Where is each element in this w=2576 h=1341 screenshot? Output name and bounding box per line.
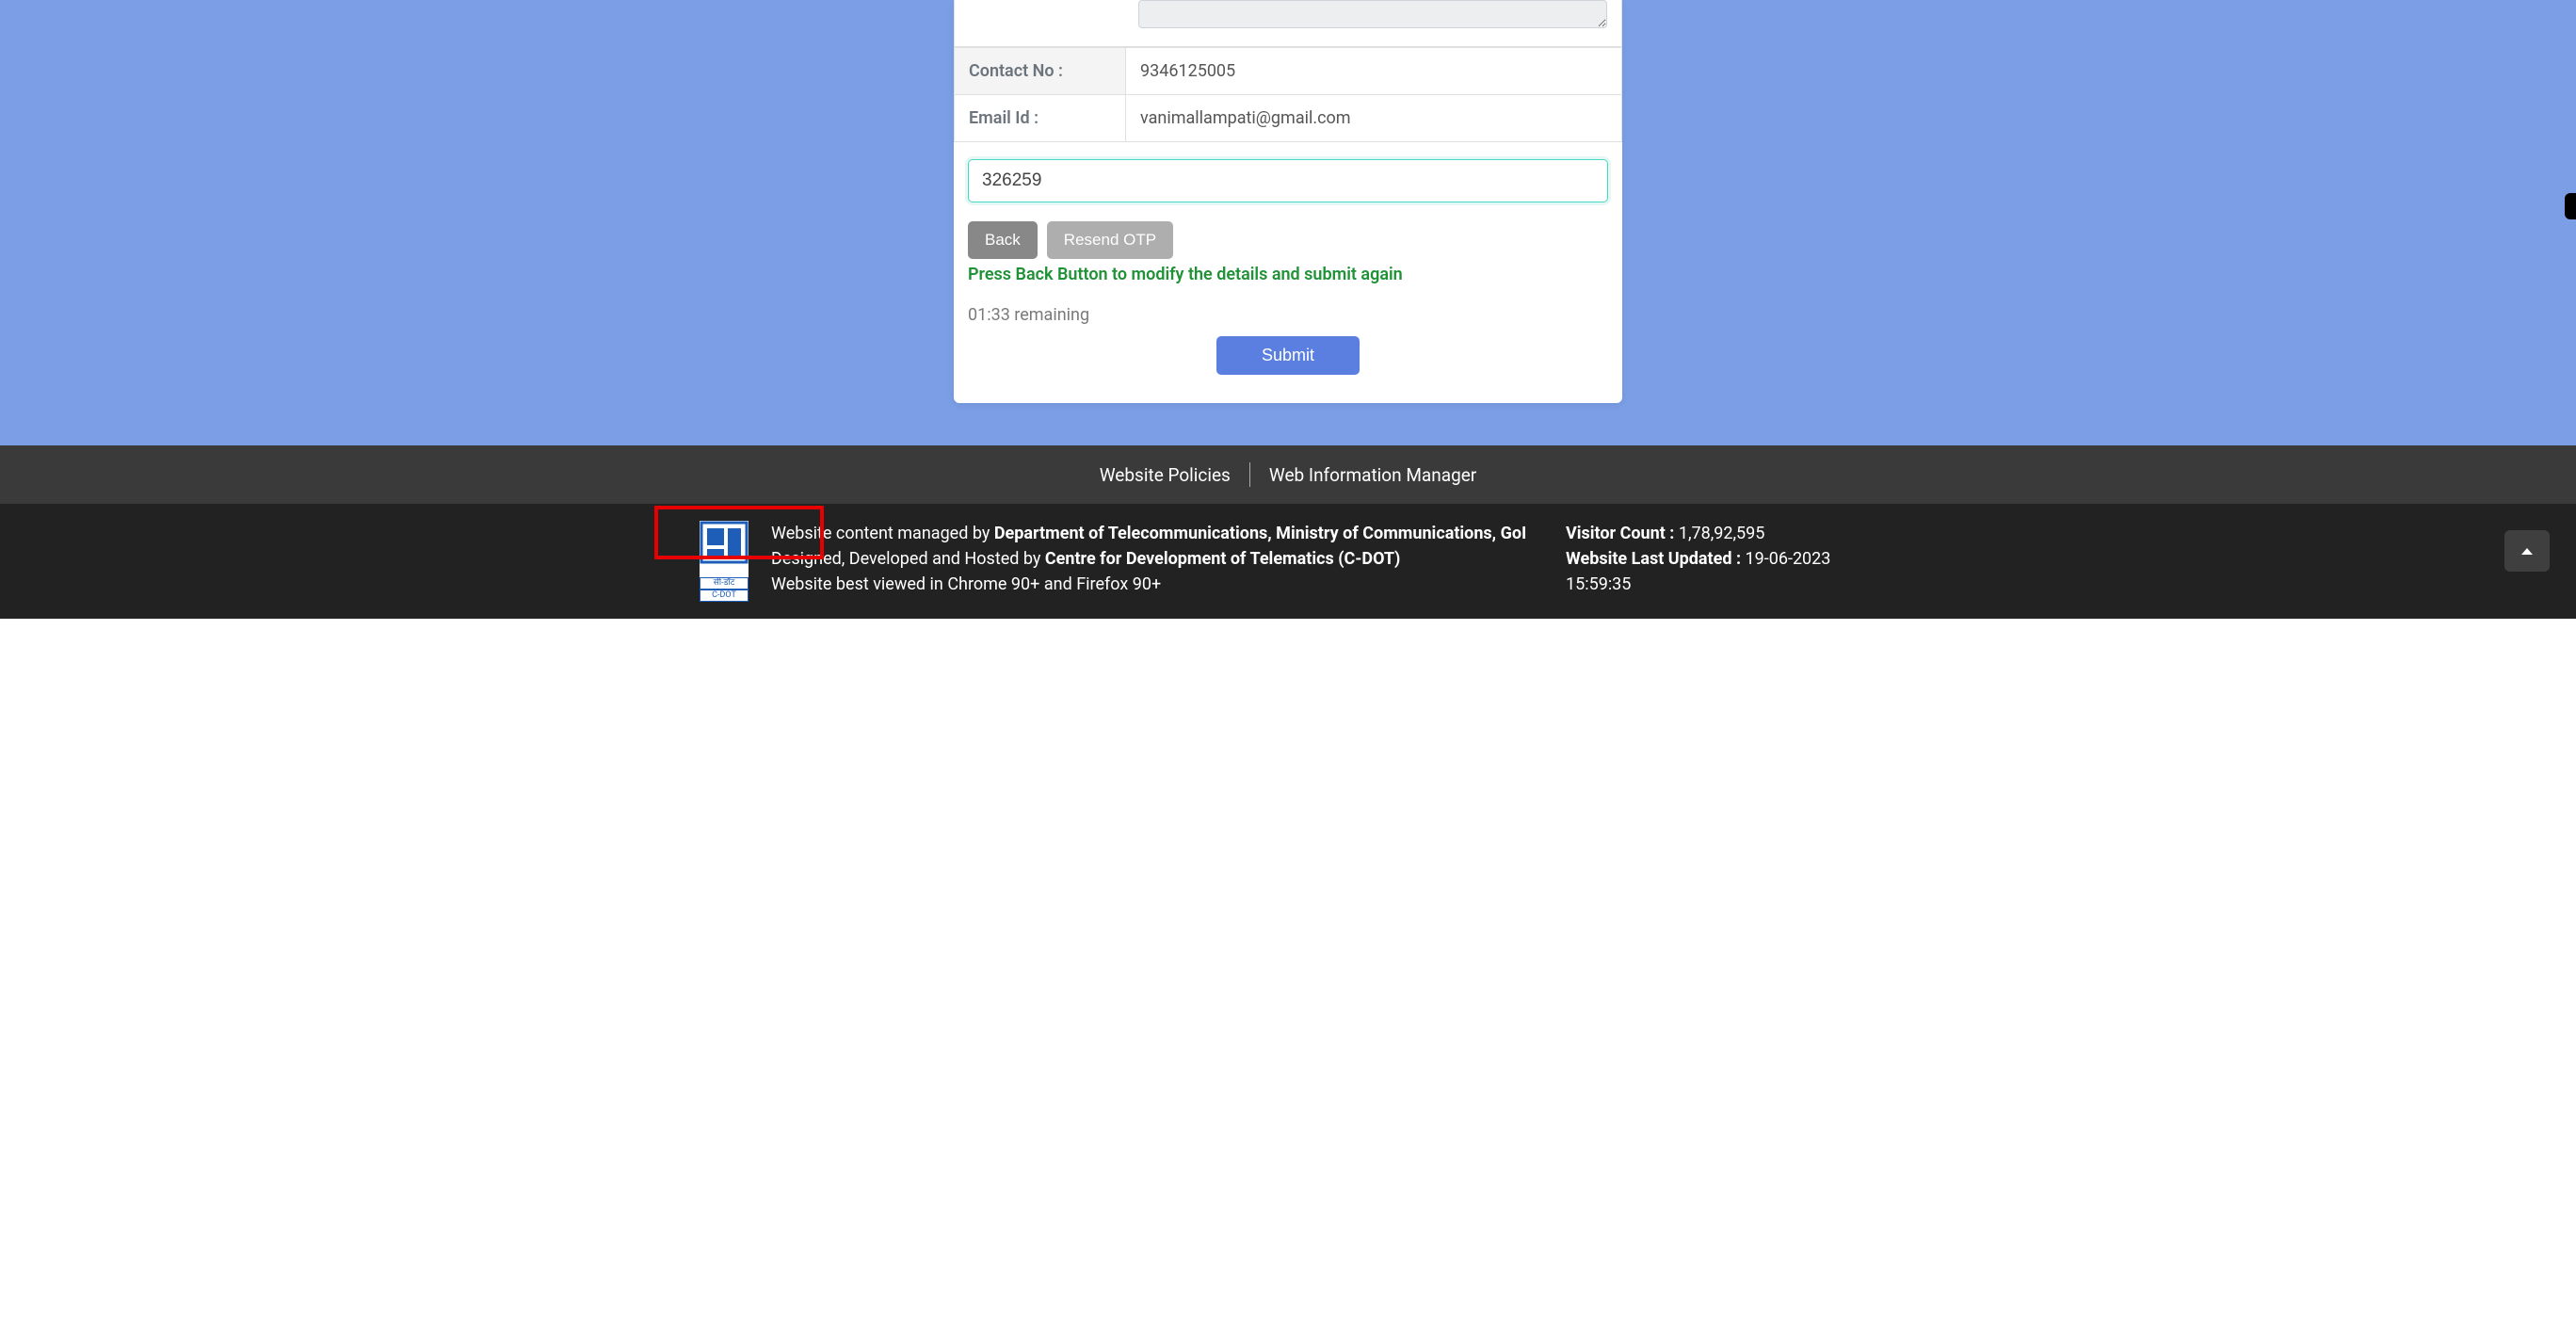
web-info-manager-link[interactable]: Web Information Manager [1250, 464, 1495, 486]
textarea-row [954, 0, 1622, 47]
otp-input[interactable] [968, 159, 1608, 202]
table-row: Contact No : 9346125005 [955, 48, 1622, 95]
visitor-count-value: 1,78,92,595 [1679, 524, 1765, 543]
cdot-logo-icon [700, 521, 749, 577]
visitor-count-label: Visitor Count : [1566, 524, 1679, 543]
footer-main: सी-डॉट C-DOT Website content managed by … [0, 504, 2576, 619]
button-row: Back Resend OTP [954, 202, 1622, 259]
logo-text-hi: सी-डॉट [700, 577, 749, 590]
table-row: Email Id : vanimallampati@gmail.com [955, 95, 1622, 142]
contact-label: Contact No : [955, 48, 1126, 95]
back-button[interactable]: Back [968, 221, 1038, 259]
hint-text: Press Back Button to modify the details … [954, 259, 1622, 284]
footer-line2-prefix: Designed, Developed and Hosted by [771, 549, 1045, 569]
scroll-to-top-button[interactable] [2504, 530, 2550, 572]
footer-text-block: Website content managed by Department of… [771, 521, 1543, 597]
email-label: Email Id : [955, 95, 1126, 142]
submit-button[interactable]: Submit [1216, 336, 1360, 375]
footer-line3: Website best viewed in Chrome 90+ and Fi… [771, 572, 1543, 597]
submit-wrap: Submit [954, 325, 1622, 375]
footer-line1-bold: Department of Telecommunications, Minist… [994, 524, 1526, 543]
side-widget-tab[interactable] [2565, 193, 2576, 219]
info-table: Contact No : 9346125005 Email Id : vanim… [954, 47, 1622, 142]
resend-otp-button[interactable]: Resend OTP [1047, 221, 1173, 259]
timer-text: 01:33 remaining [954, 284, 1622, 325]
email-value: vanimallampati@gmail.com [1126, 95, 1622, 142]
footer-line1-prefix: Website content managed by [771, 524, 994, 543]
logo-text-en: C-DOT [700, 590, 749, 602]
remarks-textarea[interactable] [1138, 0, 1607, 28]
footer-line2-bold: Centre for Development of Telematics (C-… [1045, 549, 1401, 569]
form-card: Contact No : 9346125005 Email Id : vanim… [954, 0, 1622, 403]
website-policies-link[interactable]: Website Policies [1081, 464, 1249, 486]
contact-value: 9346125005 [1126, 48, 1622, 95]
last-updated-label: Website Last Updated : [1566, 549, 1746, 569]
otp-area [954, 142, 1622, 202]
footer-links-bar: Website Policies Web Information Manager [0, 445, 2576, 504]
cdot-logo: सी-डॉट C-DOT [700, 521, 749, 602]
footer-right-block: Visitor Count : 1,78,92,595 Website Last… [1566, 521, 1876, 597]
page-background: Contact No : 9346125005 Email Id : vanim… [0, 0, 2576, 445]
